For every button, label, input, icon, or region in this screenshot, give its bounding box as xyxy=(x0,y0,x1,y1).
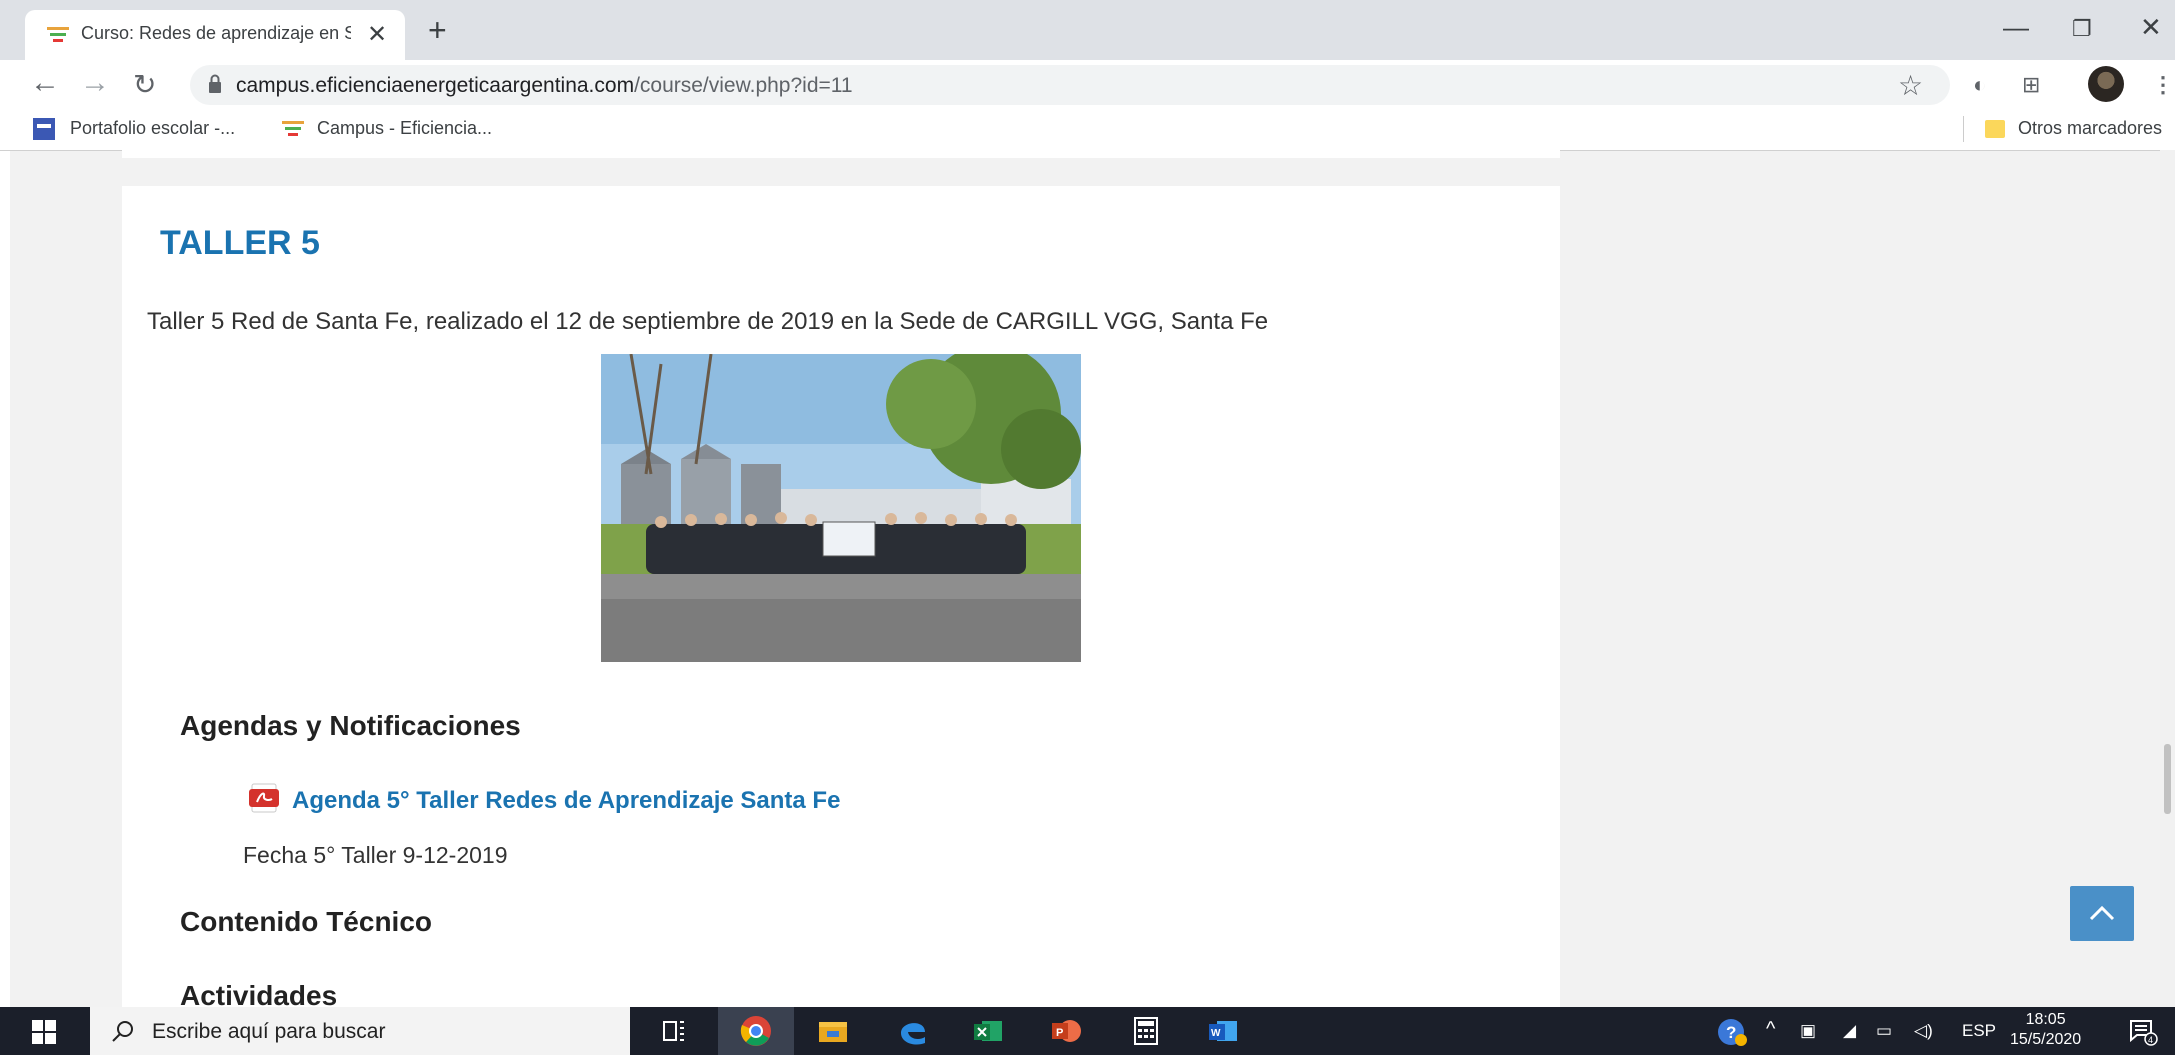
taskbar-search[interactable]: Escribe aquí para buscar xyxy=(90,1007,630,1055)
clock-time: 18:05 xyxy=(2025,1011,2066,1028)
excel-icon[interactable] xyxy=(970,1013,1006,1049)
bookmarks-separator xyxy=(1963,116,1964,142)
subsection-agendas: Agendas y Notificaciones xyxy=(180,710,521,741)
bookmarks-bar: Portafolio escolar -... Campus - Eficien… xyxy=(0,110,2175,151)
battery-icon[interactable]: ▭ xyxy=(1876,1021,1892,1041)
tray-expand-icon[interactable]: ^ xyxy=(1766,1018,1775,1041)
section-title: TALLER 5 xyxy=(160,224,320,262)
language-indicator[interactable]: ESP xyxy=(1962,1021,1996,1041)
resource-description: Fecha 5° Taller 9-12-2019 xyxy=(243,842,508,868)
section-card: TALLER 5 Taller 5 Red de Santa Fe, reali… xyxy=(122,186,1560,1011)
notification-count: 4 xyxy=(2148,1035,2153,1045)
url-path: /course/view.php?id=11 xyxy=(634,74,853,97)
section-summary: Taller 5 Red de Santa Fe, realizado el 1… xyxy=(147,308,1269,335)
browser-toolbar: ← → ↻ campus.eficienciaenergeticaargenti… xyxy=(0,60,2175,110)
lock-icon xyxy=(209,74,221,93)
task-view-icon[interactable] xyxy=(656,1013,692,1049)
svg-text:W: W xyxy=(1211,1028,1221,1039)
clock-date: 15/5/2020 xyxy=(2010,1031,2082,1048)
restore-icon[interactable]: ❐ xyxy=(2072,16,2092,42)
scrollbar-thumb[interactable] xyxy=(2164,744,2171,814)
apps-grid-icon[interactable]: ⊞ xyxy=(2022,72,2040,98)
notifications-icon[interactable]: 4 xyxy=(2128,1018,2158,1046)
window-left-edge xyxy=(0,0,10,1007)
search-icon xyxy=(112,1021,133,1042)
close-tab-icon[interactable]: ✕ xyxy=(367,20,387,49)
windows-start-icon[interactable] xyxy=(32,1020,56,1044)
forward-icon[interactable]: → xyxy=(80,66,110,100)
reload-icon[interactable]: ↻ xyxy=(133,68,156,101)
address-bar[interactable]: campus.eficienciaenergeticaargentina.com… xyxy=(190,65,1950,105)
svg-text:P: P xyxy=(1056,1027,1063,1039)
tab-title: Curso: Redes de aprendizaje en S xyxy=(81,23,351,43)
site-favicon-icon xyxy=(47,27,69,42)
bookmark-campus[interactable]: Campus - Eficiencia... xyxy=(317,118,492,139)
windows-taskbar: Escribe aquí para buscar P W ? ^ ▣ ◢ ▭ ◁… xyxy=(0,1007,2175,1055)
profile-avatar[interactable] xyxy=(2088,66,2124,102)
bookmark-portafolio[interactable]: Portafolio escolar -... xyxy=(70,118,235,139)
chrome-icon[interactable] xyxy=(738,1013,774,1049)
previous-section-card xyxy=(122,150,1560,158)
file-explorer-icon[interactable] xyxy=(815,1013,851,1049)
help-icon[interactable]: ? xyxy=(1716,1017,1748,1047)
chevron-up-icon xyxy=(2089,905,2115,921)
back-to-top-button[interactable] xyxy=(2070,886,2134,941)
url-host: campus.eficienciaenergeticaargentina.com xyxy=(236,74,635,97)
campus-bookmark-icon xyxy=(282,121,304,136)
powerpoint-icon[interactable]: P xyxy=(1048,1013,1084,1049)
browser-tab[interactable]: Curso: Redes de aprendizaje en S ✕ xyxy=(25,10,405,60)
word-icon[interactable]: W xyxy=(1205,1013,1241,1049)
folder-icon xyxy=(1985,120,2005,138)
portfolio-bookmark-icon xyxy=(33,118,55,140)
back-icon[interactable]: ← xyxy=(30,66,60,100)
wifi-icon[interactable]: ◢ xyxy=(1843,1021,1856,1041)
other-bookmarks[interactable]: Otros marcadores xyxy=(2018,118,2162,139)
volume-icon[interactable]: ◁) xyxy=(1914,1021,1933,1041)
bookmark-star-icon[interactable]: ☆ xyxy=(1898,69,1923,102)
url-text: campus.eficienciaenergeticaargentina.com… xyxy=(236,74,853,98)
agenda-pdf-link[interactable]: Agenda 5° Taller Redes de Aprendizaje Sa… xyxy=(292,787,840,815)
tray-app-icon[interactable]: ▣ xyxy=(1800,1021,1816,1041)
svg-text:?: ? xyxy=(1726,1023,1736,1042)
new-tab-icon[interactable]: + xyxy=(428,14,447,46)
edge-icon[interactable] xyxy=(895,1013,931,1049)
group-photo xyxy=(601,354,1081,662)
menu-kebab-icon[interactable]: ⋮ xyxy=(2152,72,2174,98)
subsection-contenido: Contenido Técnico xyxy=(180,906,432,937)
clock[interactable]: 18:05 15/5/2020 xyxy=(2010,1010,2081,1050)
tab-bar: Curso: Redes de aprendizaje en S ✕ + — ❐… xyxy=(0,0,2175,60)
calculator-icon[interactable] xyxy=(1128,1013,1164,1049)
page-scrollbar[interactable] xyxy=(2160,150,2175,1007)
search-placeholder: Escribe aquí para buscar xyxy=(152,1020,386,1043)
pdf-file-icon xyxy=(249,783,279,813)
minimize-icon[interactable]: — xyxy=(2003,12,2029,43)
window-close-icon[interactable]: ✕ xyxy=(2140,12,2162,43)
extension-icon[interactable]: ◐ xyxy=(1973,72,1986,98)
